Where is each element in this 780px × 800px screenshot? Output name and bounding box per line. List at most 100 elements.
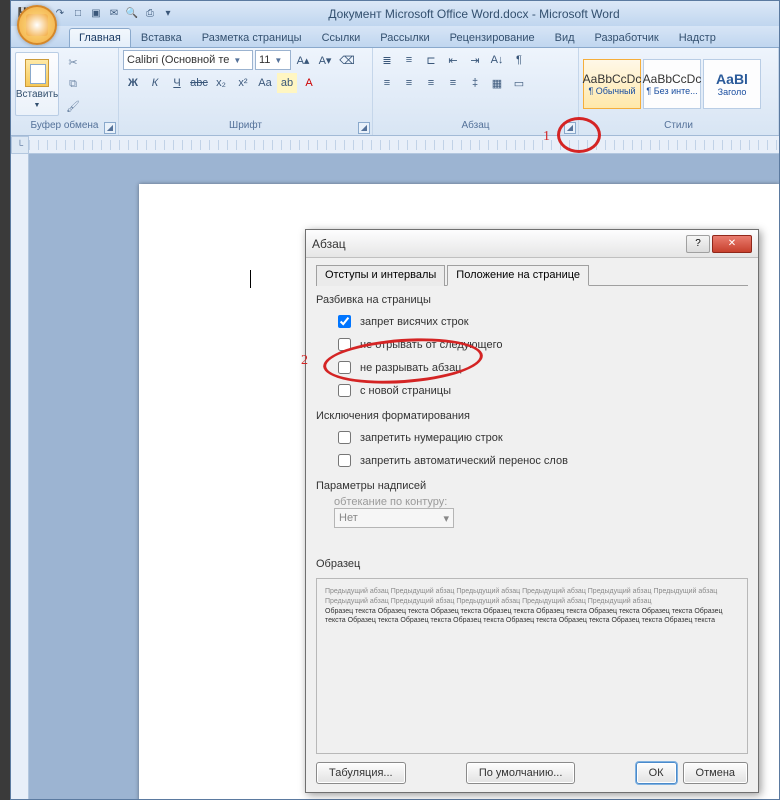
sort-button[interactable]: A↓ <box>487 50 507 70</box>
styles-label: Стили <box>664 120 693 131</box>
underline-button[interactable]: Ч <box>167 73 187 93</box>
highlight-button[interactable]: ab <box>277 73 297 93</box>
paste-button[interactable]: Вставить ▼ <box>15 52 59 116</box>
qat-preview-icon[interactable]: 🔍 <box>125 7 139 21</box>
group-styles: AaBbCcDc¶ Обычный AaBbCcDc¶ Без инте... … <box>579 48 779 135</box>
line-spacing-button[interactable]: ‡ <box>465 73 485 93</box>
checkbox-suppress-hyphen[interactable]: запретить автоматический перенос слов <box>316 449 748 472</box>
paste-label: Вставить <box>16 89 58 100</box>
chevron-down-icon: ▼ <box>34 102 41 109</box>
borders-button[interactable]: ▭ <box>509 73 529 93</box>
indent-dec-button[interactable]: ⇤ <box>443 50 463 70</box>
text-cursor <box>250 270 251 288</box>
tabs-button[interactable]: Табуляция... <box>316 762 406 784</box>
titlebar: 💾 ↶ ↷ □ ▣ ✉ 🔍 ⎙ ▾ Документ Microsoft Off… <box>11 1 779 26</box>
group-paragraph: ≣ ≡ ⊏ ⇤ ⇥ A↓ ¶ ≡ ≡ ≡ ≡ ‡ ▦ ▭ А <box>373 48 579 135</box>
justify-button[interactable]: ≡ <box>443 73 463 93</box>
shrink-font-button[interactable]: A▾ <box>315 50 335 70</box>
bold-button[interactable]: Ж <box>123 73 143 93</box>
style-nospacing[interactable]: AaBbCcDc¶ Без инте... <box>643 59 701 109</box>
clear-format-button[interactable]: ⌫ <box>337 50 357 70</box>
checkbox-widow[interactable]: запрет висячих строк <box>316 310 748 333</box>
style-heading[interactable]: AaBlЗаголо <box>703 59 761 109</box>
annotation-circle-1 <box>557 117 601 153</box>
ribbon: Вставить ▼ ✂ ⧉ 🖌 Буфер обмена ◢ Calibri (… <box>11 48 779 136</box>
office-button[interactable] <box>17 5 57 45</box>
qat-mail-icon[interactable]: ✉ <box>107 7 121 21</box>
show-marks-button[interactable]: ¶ <box>509 50 529 70</box>
qat-new-icon[interactable]: □ <box>71 7 85 21</box>
textbox-title: Параметры надписей <box>316 480 748 492</box>
wrap-label: обтекание по контуру: <box>316 496 748 508</box>
default-button[interactable]: По умолчанию... <box>466 762 576 784</box>
tab-layout[interactable]: Разметка страницы <box>192 28 312 47</box>
chevron-down-icon: ▼ <box>274 56 282 65</box>
dialog-titlebar[interactable]: Абзац ? ✕ <box>306 230 758 258</box>
qat-dropdown-icon[interactable]: ▾ <box>161 7 175 21</box>
strike-button[interactable]: abc <box>189 73 209 93</box>
group-font: Calibri (Основной те▼ 11▼ A▴ A▾ ⌫ Ж К Ч … <box>119 48 373 135</box>
font-label: Шрифт <box>229 120 262 131</box>
ruler-tab-selector[interactable]: └ <box>11 136 29 154</box>
font-color-button[interactable]: A <box>299 73 319 93</box>
ok-button[interactable]: ОК <box>636 762 677 784</box>
clipboard-launcher[interactable]: ◢ <box>104 122 116 134</box>
wrap-dropdown: Нет▾ <box>334 508 454 528</box>
numbering-button[interactable]: ≡ <box>399 50 419 70</box>
qat-print-icon[interactable]: ⎙ <box>143 7 157 21</box>
tab-view[interactable]: Вид <box>545 28 585 47</box>
indent-inc-button[interactable]: ⇥ <box>465 50 485 70</box>
dialog-tab-indents[interactable]: Отступы и интервалы <box>316 265 445 286</box>
align-right-button[interactable]: ≡ <box>421 73 441 93</box>
chevron-down-icon: ▾ <box>443 512 449 525</box>
sample-preview: Предыдущий абзац Предыдущий абзац Предыд… <box>316 578 748 754</box>
shading-button[interactable]: ▦ <box>487 73 507 93</box>
multilevel-button[interactable]: ⊏ <box>421 50 441 70</box>
tab-insert[interactable]: Вставка <box>131 28 192 47</box>
checkbox-suppress-lines[interactable]: запретить нумерацию строк <box>316 426 748 449</box>
format-painter-button[interactable]: 🖌 <box>63 96 83 116</box>
align-center-button[interactable]: ≡ <box>399 73 419 93</box>
tab-references[interactable]: Ссылки <box>312 28 371 47</box>
italic-button[interactable]: К <box>145 73 165 93</box>
ribbon-tabs: Главная Вставка Разметка страницы Ссылки… <box>11 26 779 48</box>
font-launcher[interactable]: ◢ <box>358 122 370 134</box>
horizontal-ruler[interactable] <box>29 136 779 154</box>
grow-font-button[interactable]: A▴ <box>293 50 313 70</box>
change-case-button[interactable]: Aa <box>255 73 275 93</box>
font-size-combo[interactable]: 11▼ <box>255 50 291 70</box>
subscript-button[interactable]: x₂ <box>211 73 231 93</box>
paragraph-label: Абзац <box>461 120 489 131</box>
font-family-combo[interactable]: Calibri (Основной те▼ <box>123 50 253 70</box>
tab-review[interactable]: Рецензирование <box>440 28 545 47</box>
paragraph-dialog: Абзац ? ✕ Отступы и интервалы Положение … <box>305 229 759 793</box>
cut-button[interactable]: ✂ <box>63 52 83 72</box>
align-left-button[interactable]: ≡ <box>377 73 397 93</box>
qat-open-icon[interactable]: ▣ <box>89 7 103 21</box>
bullets-button[interactable]: ≣ <box>377 50 397 70</box>
clipboard-label: Буфер обмена <box>31 120 99 131</box>
dialog-title: Абзац <box>312 237 684 251</box>
copy-button[interactable]: ⧉ <box>63 74 83 94</box>
help-button[interactable]: ? <box>686 235 710 253</box>
tab-mailings[interactable]: Рассылки <box>370 28 439 47</box>
window-title: Документ Microsoft Office Word.docx - Mi… <box>175 7 773 21</box>
superscript-button[interactable]: x² <box>233 73 253 93</box>
annotation-1: 1 <box>543 129 550 145</box>
close-button[interactable]: ✕ <box>712 235 752 253</box>
group-clipboard: Вставить ▼ ✂ ⧉ 🖌 Буфер обмена ◢ <box>11 48 119 135</box>
sample-title: Образец <box>316 558 748 570</box>
dialog-tab-position[interactable]: Положение на странице <box>447 265 589 286</box>
chevron-down-icon: ▼ <box>233 56 241 65</box>
tab-addins[interactable]: Надстр <box>669 28 726 47</box>
cancel-button[interactable]: Отмена <box>683 762 748 784</box>
pagination-title: Разбивка на страницы <box>316 294 748 306</box>
app-window: 💾 ↶ ↷ □ ▣ ✉ 🔍 ⎙ ▾ Документ Microsoft Off… <box>10 0 780 800</box>
vertical-ruler[interactable] <box>11 154 29 799</box>
tab-developer[interactable]: Разработчик <box>585 28 669 47</box>
annotation-2: 2 <box>301 353 308 369</box>
paste-icon <box>25 59 49 87</box>
exceptions-title: Исключения форматирования <box>316 410 748 422</box>
tab-home[interactable]: Главная <box>69 28 131 47</box>
style-normal[interactable]: AaBbCcDc¶ Обычный <box>583 59 641 109</box>
